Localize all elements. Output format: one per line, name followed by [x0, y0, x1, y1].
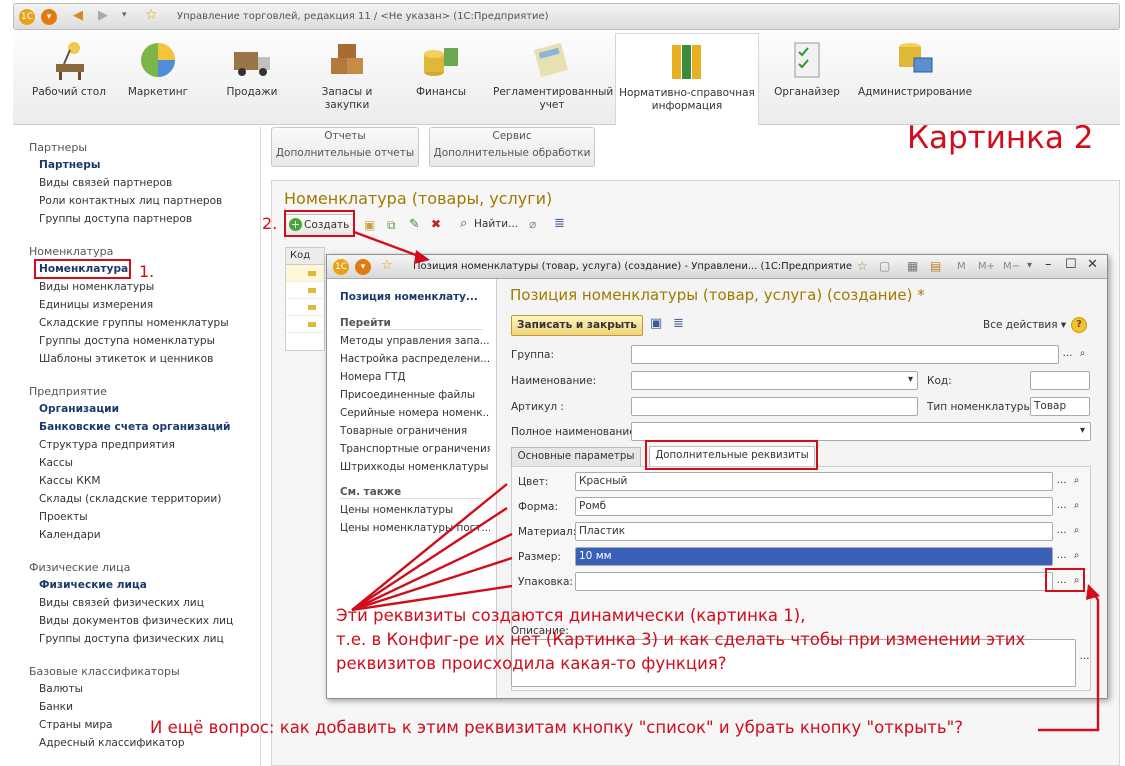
- highlight-nomenclature: [34, 259, 131, 279]
- annotation-step1: 1.: [139, 262, 155, 281]
- annotation-question-2: И ещё вопрос: как добавить к этим реквиз…: [150, 718, 963, 737]
- annotation-step2: 2.: [262, 214, 278, 233]
- highlight-buttons: [1045, 568, 1085, 592]
- annotation-question-1: Эти реквизиты создаются динамически (кар…: [336, 604, 1025, 676]
- annotation-title: Картинка 2: [907, 120, 1094, 156]
- question-line: т.е. в Конфиг-ре их нет (Картинка 3) и к…: [336, 630, 1026, 649]
- question-line: Эти реквизиты создаются динамически (кар…: [336, 606, 806, 625]
- highlight-create: [284, 210, 355, 237]
- question-line: реквизитов происходила какая-то функция?: [336, 654, 727, 673]
- highlight-tab: [645, 440, 818, 470]
